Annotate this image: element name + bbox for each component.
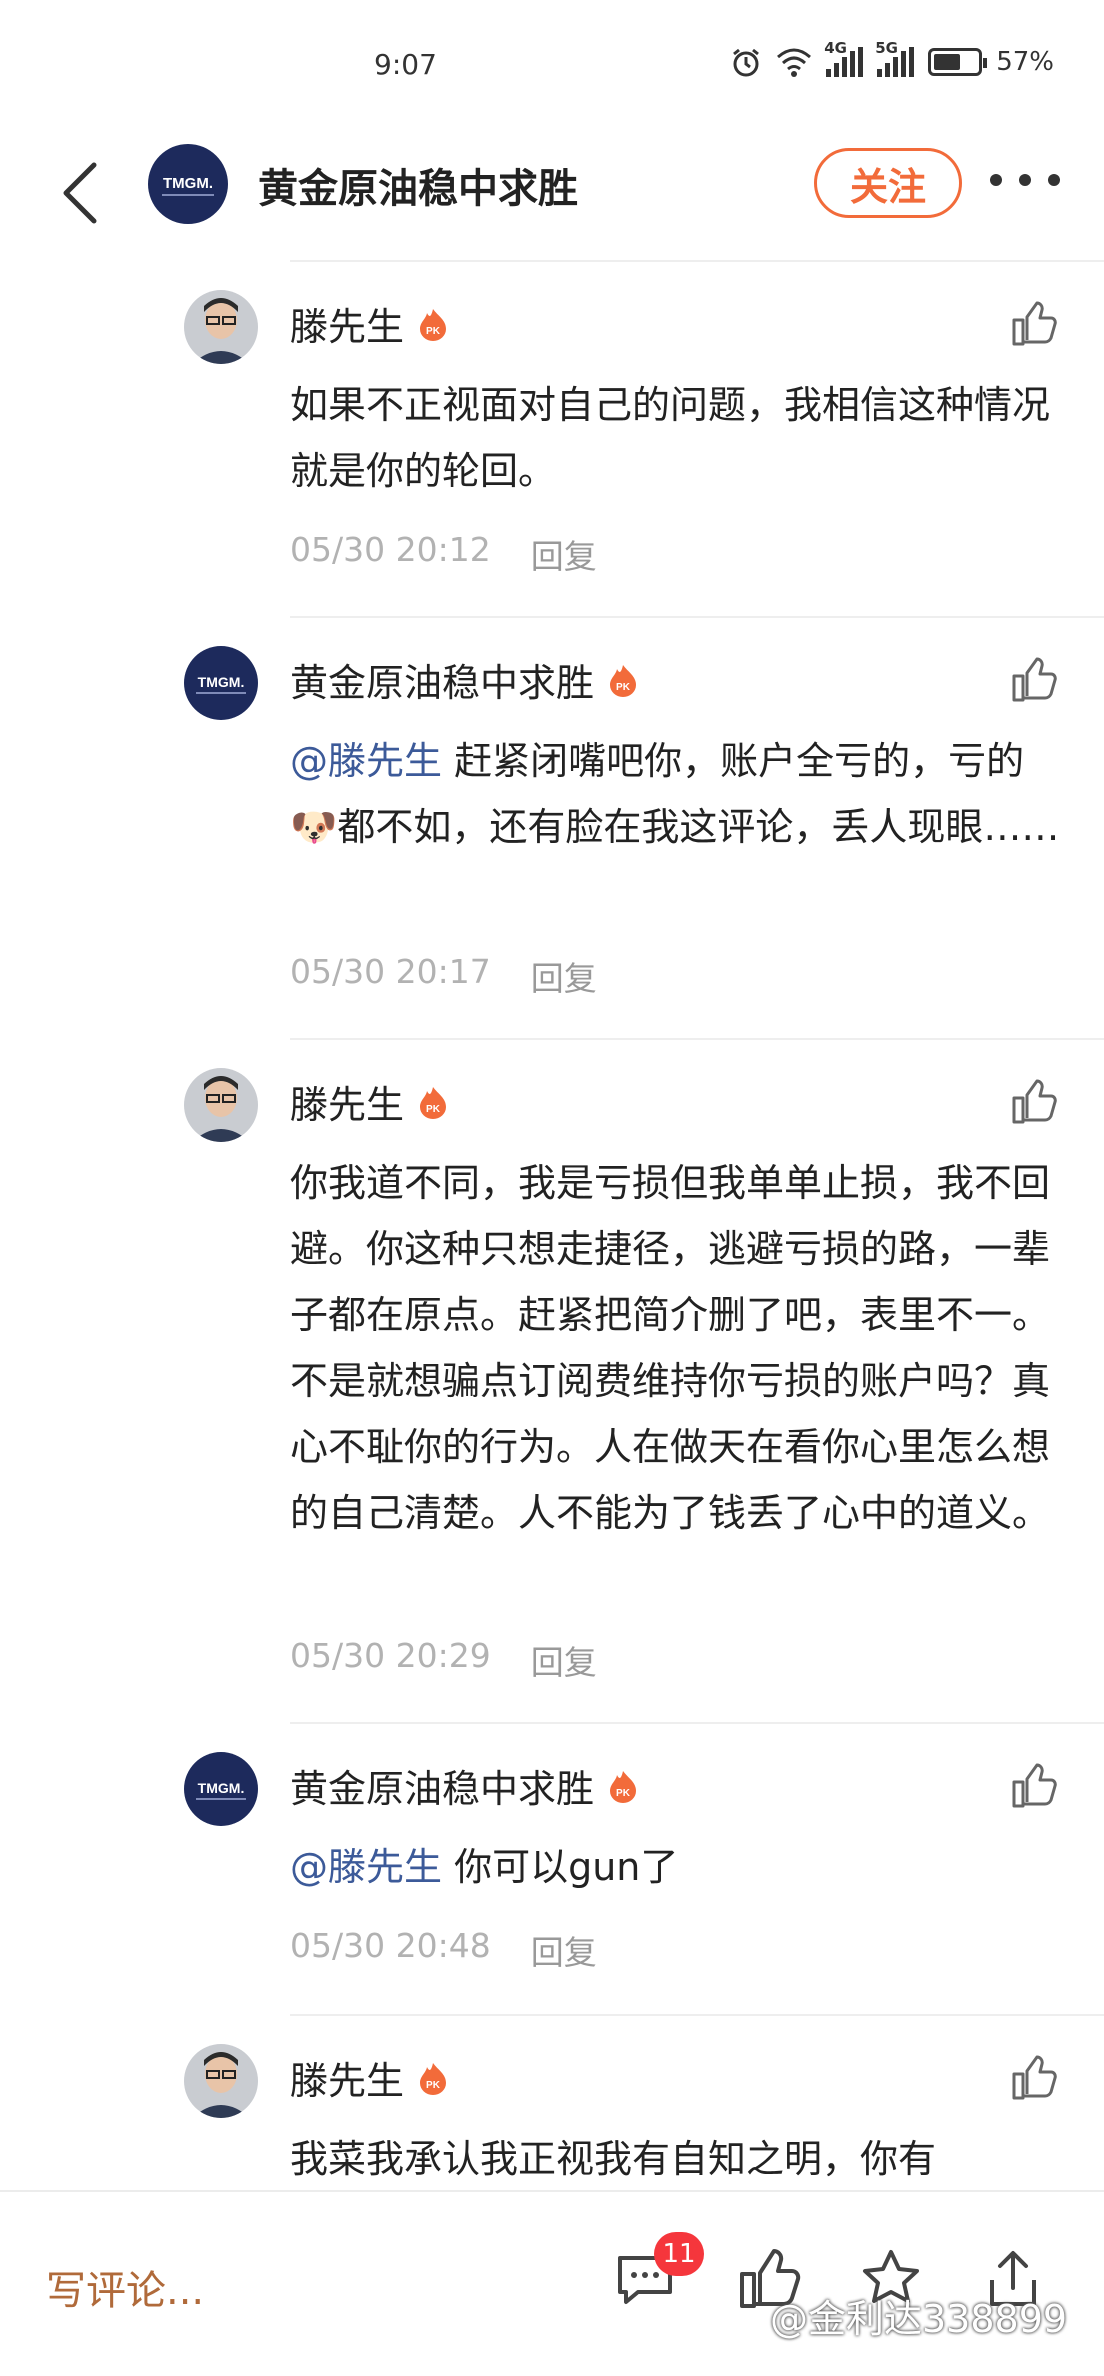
signal-4g-icon: 4G	[824, 39, 864, 77]
svg-text:PK: PK	[426, 326, 441, 337]
bottom-bar: 写评论... 11 @金利达338899	[0, 2190, 1104, 2376]
mention-link[interactable]: @滕先生	[290, 1845, 442, 1889]
comment-text: 你我道不同，我是亏损但我单单止损，我不回避。你这种只想走捷径，逃避亏损的路，一辈…	[290, 1161, 1051, 1535]
comment-username[interactable]: 黄金原油稳中求胜 PK	[290, 1758, 638, 1813]
comment-meta: 05/30 20:48 回复	[290, 1926, 597, 1974]
pk-badge-icon: PK	[420, 2062, 447, 2095]
like-icon[interactable]	[1010, 1078, 1058, 1126]
status-icons: 4G 5G 57%	[730, 39, 1054, 78]
svg-text:TMGM.: TMGM.	[198, 1780, 245, 1796]
alarm-icon	[733, 48, 760, 77]
watermark: @金利达338899	[770, 2297, 1068, 2341]
follow-button[interactable]: 关注	[814, 148, 962, 218]
pk-badge-icon: PK	[420, 1086, 447, 1119]
divider	[290, 1038, 1104, 1040]
chevron-left-icon	[63, 162, 97, 224]
comment-username[interactable]: 滕先生 PK	[290, 296, 448, 351]
header-avatar[interactable]: TMGM.	[148, 144, 228, 224]
comment-text: 我菜我承认我正视我有自知之明，你有	[290, 2137, 937, 2181]
svg-text:PK: PK	[616, 682, 631, 693]
comment-time: 05/30 20:17	[290, 952, 491, 991]
battery-icon	[928, 48, 988, 76]
reply-button[interactable]: 回复	[531, 952, 597, 1000]
status-time: 9:07	[374, 48, 437, 81]
comment-username[interactable]: 滕先生 PK	[290, 1074, 448, 1129]
comment-time: 05/30 20:48	[290, 1926, 491, 1965]
avatar[interactable]	[184, 2044, 258, 2118]
like-icon[interactable]	[1010, 300, 1058, 348]
comment-time: 05/30 20:29	[290, 1636, 491, 1675]
status-bar: 9:07 4G 5G 57%	[0, 0, 1104, 130]
divider	[290, 616, 1104, 618]
page-title: 黄金原油稳中求胜	[258, 166, 578, 212]
reply-button[interactable]: 回复	[531, 1926, 597, 1974]
page: 9:07 4G 5G 57% TMGM. 黄金原油稳中求胜 关注 滕先生 PK …	[0, 0, 1104, 2376]
comment-meta: 05/30 20:12 回复	[290, 530, 597, 578]
username-label: 滕先生	[290, 305, 405, 349]
avatar[interactable]	[184, 1068, 258, 1142]
comment-username[interactable]: 黄金原油稳中求胜 PK	[290, 652, 638, 707]
like-icon[interactable]	[1010, 2054, 1058, 2102]
more-button[interactable]	[990, 160, 1060, 200]
avatar[interactable]: TMGM.	[184, 646, 258, 720]
comment-text: 如果不正视面对自己的问题，我相信这种情况就是你的轮回。	[290, 383, 1051, 493]
username-label: 黄金原油稳中求胜	[290, 661, 595, 705]
svg-text:PK: PK	[426, 1104, 441, 1115]
svg-text:PK: PK	[616, 1788, 631, 1799]
comment-meta: 05/30 20:29 回复	[290, 1636, 597, 1684]
comment-username[interactable]: 滕先生 PK	[290, 2050, 448, 2105]
divider	[290, 2014, 1104, 2016]
svg-text:PK: PK	[426, 2080, 441, 2091]
username-label: 黄金原油稳中求胜	[290, 1767, 595, 1811]
pk-badge-icon: PK	[420, 308, 447, 341]
back-button[interactable]	[50, 158, 110, 228]
comment-time: 05/30 20:12	[290, 530, 491, 569]
mention-link[interactable]: @滕先生	[290, 739, 442, 783]
wifi-icon	[777, 48, 812, 77]
pk-badge-icon: PK	[610, 1770, 637, 1803]
header: TMGM. 黄金原油稳中求胜 关注	[0, 130, 1104, 260]
username-label: 滕先生	[290, 2059, 405, 2103]
comment-text: @滕先生 赶紧闭嘴吧你，账户全亏的，亏的🐶都不如，还有脸在我这评论，丢人现眼……	[290, 728, 1060, 860]
like-icon[interactable]	[1010, 656, 1058, 704]
reply-button[interactable]: 回复	[531, 1636, 597, 1684]
battery-level: 57%	[996, 47, 1054, 77]
dot-icon	[1048, 174, 1060, 186]
dot-icon	[990, 174, 1002, 186]
signal-5g-icon: 5G	[875, 39, 915, 77]
pk-badge-icon: PK	[610, 664, 637, 697]
dot-icon	[1019, 174, 1031, 186]
svg-text:TMGM.: TMGM.	[198, 674, 245, 690]
like-icon[interactable]	[1010, 1762, 1058, 1810]
comment-text: @滕先生 你可以gun了	[290, 1834, 1060, 1900]
comment-count-badge: 11	[654, 2232, 704, 2276]
divider	[290, 1722, 1104, 1724]
svg-text:TMGM.: TMGM.	[163, 175, 213, 192]
comment-body: 你可以gun了	[442, 1845, 679, 1889]
reply-button[interactable]: 回复	[531, 530, 597, 578]
username-label: 滕先生	[290, 1083, 405, 1127]
write-comment-input[interactable]: 写评论...	[46, 2258, 204, 2316]
divider	[290, 260, 1104, 262]
avatar[interactable]	[184, 290, 258, 364]
comment-meta: 05/30 20:17 回复	[290, 952, 597, 1000]
avatar[interactable]: TMGM.	[184, 1752, 258, 1826]
